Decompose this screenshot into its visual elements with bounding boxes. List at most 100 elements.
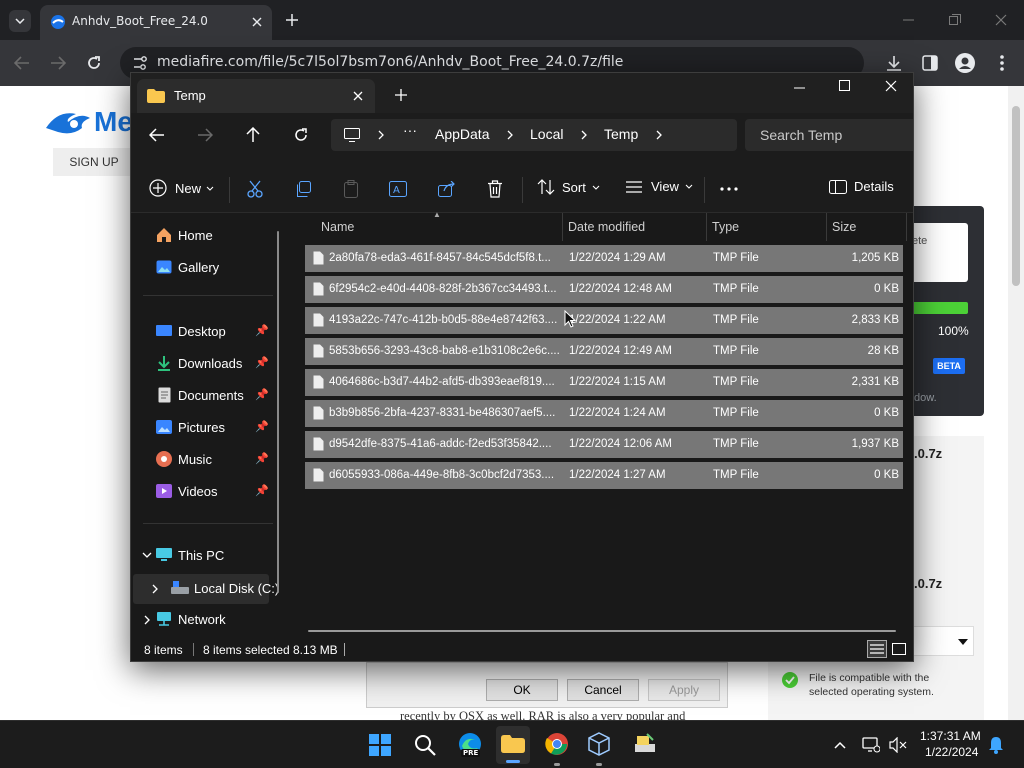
column-header-type[interactable]: Type — [707, 213, 825, 241]
table-row[interactable]: 2a80fa78-eda3-461f-8457-84c545dcf5f8.t..… — [305, 245, 903, 272]
table-row[interactable]: b3b9b856-2bfa-4237-8331-be486307aef5....… — [305, 400, 903, 427]
sidebar-item-gallery[interactable]: Gallery — [155, 254, 219, 280]
explorer-app-active[interactable] — [496, 726, 530, 764]
breadcrumb-more-icon[interactable]: ··· — [403, 122, 417, 138]
sidebar-item-downloads[interactable]: Downloads — [155, 350, 242, 376]
sidebar-item-videos[interactable]: Videos — [155, 478, 218, 504]
horizontal-scrollbar[interactable] — [308, 630, 896, 632]
minimize-icon[interactable] — [794, 82, 806, 94]
delete-icon[interactable] — [487, 180, 503, 198]
table-row[interactable]: 4193a22c-747c-412b-b0d5-88e4e8742f63....… — [305, 307, 903, 334]
forward-arrow-icon[interactable] — [50, 56, 66, 70]
explorer-tab[interactable]: Temp — [137, 79, 375, 113]
breadcrumb-temp[interactable]: Temp — [604, 126, 638, 142]
notification-bell-icon[interactable] — [988, 736, 1004, 754]
page-scrollbar[interactable] — [1008, 86, 1024, 720]
mediafire-logo[interactable]: Me — [44, 106, 133, 138]
site-info-icon[interactable] — [132, 55, 148, 71]
download-icon[interactable] — [886, 55, 902, 71]
back-arrow-icon[interactable] — [14, 56, 30, 70]
tiles-view-button[interactable] — [889, 640, 909, 658]
browser-tab[interactable]: Anhdv_Boot_Free_24.0 — [40, 5, 272, 40]
pin-icon[interactable]: 📌 — [255, 356, 269, 369]
file-date: 1/22/2024 12:48 AM — [569, 283, 672, 295]
dialog-cancel-button[interactable]: Cancel — [567, 679, 639, 701]
network-status-icon[interactable] — [862, 737, 880, 753]
windows-start-icon[interactable] — [369, 734, 391, 756]
column-header-size[interactable]: Size — [827, 213, 905, 241]
forward-arrow-icon[interactable] — [197, 128, 213, 142]
more-options-icon[interactable] — [720, 187, 738, 191]
clock-date[interactable]: 1/22/2024 — [925, 745, 978, 759]
copy-icon[interactable] — [295, 181, 311, 197]
details-view-button[interactable] — [867, 640, 887, 658]
sidebar-item-documents[interactable]: Documents — [155, 382, 244, 408]
table-row[interactable]: 5853b656-3293-43c8-bab8-e1b3108c2e6c....… — [305, 338, 903, 365]
column-header-name[interactable]: Name — [313, 213, 559, 241]
back-arrow-icon[interactable] — [149, 128, 165, 142]
table-row[interactable]: d6055933-086a-449e-8fb8-3c0bcf2d7353....… — [305, 462, 903, 489]
sidebar-item-home[interactable]: Home — [155, 222, 213, 248]
details-button[interactable]: Details — [829, 179, 894, 194]
breadcrumb-appdata[interactable]: AppData — [435, 126, 489, 142]
rename-icon[interactable]: A — [389, 181, 407, 197]
reload-icon[interactable] — [86, 55, 102, 71]
tab-search-button[interactable] — [9, 10, 31, 32]
virtualbox-app[interactable] — [584, 729, 614, 766]
window-close-icon[interactable] — [885, 80, 897, 92]
chevron-right-icon[interactable] — [152, 584, 158, 594]
restore-icon[interactable] — [949, 14, 961, 26]
signup-button[interactable]: SIGN UP — [53, 148, 135, 176]
dialog-apply-button[interactable]: Apply — [648, 679, 720, 701]
view-button[interactable]: View — [625, 179, 693, 194]
profile-avatar-icon[interactable] — [955, 53, 975, 73]
chevron-right-icon[interactable] — [144, 615, 150, 625]
cut-icon[interactable] — [247, 180, 263, 198]
sort-button[interactable]: Sort — [537, 179, 600, 195]
new-tab-icon[interactable] — [286, 14, 298, 26]
volume-muted-icon[interactable] — [889, 737, 907, 753]
search-input[interactable]: Search Temp — [745, 119, 913, 151]
share-icon[interactable] — [438, 181, 456, 197]
dialog-ok-button[interactable]: OK — [486, 679, 558, 701]
sidebar-item-pictures[interactable]: Pictures — [155, 414, 225, 440]
menu-dots-icon[interactable] — [1000, 55, 1004, 71]
paste-icon[interactable] — [343, 180, 359, 198]
clock-time[interactable]: 1:37:31 AM — [920, 729, 981, 743]
sidebar-item-desktop[interactable]: Desktop — [155, 318, 226, 344]
maximize-icon[interactable] — [839, 80, 851, 92]
chrome-app[interactable] — [542, 729, 572, 766]
breadcrumb[interactable]: ··· AppData Local Temp — [331, 119, 737, 151]
new-button[interactable]: New — [149, 179, 214, 197]
side-panel-icon[interactable] — [922, 55, 938, 71]
column-header-date[interactable]: Date modified — [563, 213, 705, 241]
refresh-icon[interactable] — [293, 127, 309, 143]
pin-icon[interactable]: 📌 — [255, 324, 269, 337]
pin-icon[interactable]: 📌 — [255, 388, 269, 401]
sidebar-item-music[interactable]: Music — [155, 446, 212, 472]
pin-icon[interactable]: 📌 — [255, 420, 269, 433]
sidebar-item-this-pc[interactable]: This PC — [155, 542, 224, 568]
edge-app[interactable]: PRE — [455, 729, 485, 761]
search-icon[interactable] — [414, 734, 436, 756]
chevron-down-icon[interactable] — [142, 552, 152, 558]
new-tab-icon[interactable] — [395, 89, 407, 101]
up-arrow-icon[interactable] — [246, 127, 260, 143]
close-tab-icon[interactable] — [353, 91, 363, 101]
installer-app[interactable] — [630, 729, 660, 761]
table-row[interactable]: d9542dfe-8375-41a6-addc-f2ed53f35842....… — [305, 431, 903, 458]
table-row[interactable]: 4064686c-b3d7-44b2-afd5-db393eaef819....… — [305, 369, 903, 396]
close-icon[interactable] — [252, 17, 262, 27]
pin-icon[interactable]: 📌 — [255, 452, 269, 465]
chevron-up-icon[interactable] — [834, 741, 846, 749]
breadcrumb-local[interactable]: Local — [530, 126, 563, 142]
minimize-icon[interactable] — [903, 14, 915, 26]
sidebar-scrollbar[interactable] — [277, 231, 279, 593]
window-close-icon[interactable] — [995, 14, 1007, 26]
computer-icon[interactable] — [344, 128, 360, 142]
table-row[interactable]: 6f2954c2-e40d-4408-828f-2b367cc34493.t..… — [305, 276, 903, 303]
sidebar-item-local-disk[interactable]: Local Disk (C:) — [133, 574, 279, 604]
pin-icon[interactable]: 📌 — [255, 484, 269, 497]
scroll-thumb[interactable] — [1012, 106, 1020, 286]
sidebar-item-network[interactable]: Network — [155, 606, 226, 632]
